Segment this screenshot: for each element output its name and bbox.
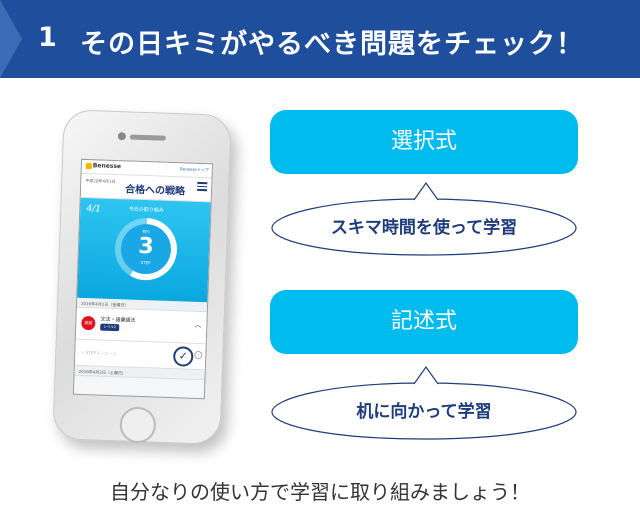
chevron-right-icon[interactable]: › [194, 350, 203, 360]
header-date: 平成28年4月1日 [85, 177, 116, 185]
header-banner: 1 その日キミがやるべき問題をチェック！ [0, 0, 640, 78]
banner-number: 1 [38, 22, 57, 53]
logo-mark-icon [85, 162, 92, 169]
banner-arrow-shape [0, 0, 22, 78]
today-panel: 4/1 今日の取り組み 残り 3 STEP [77, 197, 211, 303]
checkmark-icon[interactable]: ✓ [172, 346, 194, 367]
task-title: 文法・語彙語法 [100, 316, 136, 324]
bubble-text: スキマ時間を使って学習 [330, 218, 518, 238]
app-logo[interactable]: Benesse [85, 162, 122, 171]
phone-screen: Benesse Benesseトップ 平成28年4月1日 合格への戦略 4/1 … [72, 158, 214, 400]
bubble-text: 机に向かって学習 [356, 402, 492, 422]
logo-text: Benesse [92, 162, 122, 171]
level-badge: レベル2 [100, 323, 120, 332]
hamburger-icon[interactable] [197, 181, 208, 193]
app-brand-title: 合格への戦略 [124, 184, 186, 198]
camera-icon [117, 132, 127, 141]
home-button [119, 406, 157, 444]
option-pill-written: 記述式 [270, 290, 578, 354]
speech-bubble-2: 机に向かって学習 [268, 365, 580, 441]
speaker-grille [129, 134, 166, 141]
task-item[interactable]: 英語 文法・語彙語法 レベル2 ︿ [75, 307, 207, 345]
step-progress-row: ✓ STEP 1 ─ ○ ─ ○ ✓ › [74, 339, 206, 371]
banner-title: その日キミがやるべき問題をチェック！ [80, 29, 584, 60]
progress-ring-center: 残り 3 STEP [120, 223, 172, 275]
speech-bubble-1: スキマ時間を使って学習 [268, 181, 580, 257]
unit-label: STEP [140, 259, 151, 266]
progress-ring: 残り 3 STEP [113, 217, 179, 282]
subject-badge: 英語 [81, 315, 96, 331]
step-text: ✓ STEP 1 ─ ○ ─ ○ [81, 349, 117, 357]
option-pill-select: 選択式 [270, 110, 578, 174]
footer-caption: 自分なりの使い方で学習に取り組みましょう！ [110, 480, 530, 504]
top-link[interactable]: Benesseトップ [180, 166, 209, 173]
chevron-up-icon[interactable]: ︿ [194, 320, 201, 330]
phone-mockup: Benesse Benesseトップ 平成28年4月1日 合格への戦略 4/1 … [52, 109, 232, 445]
remaining-count: 3 [137, 233, 155, 260]
